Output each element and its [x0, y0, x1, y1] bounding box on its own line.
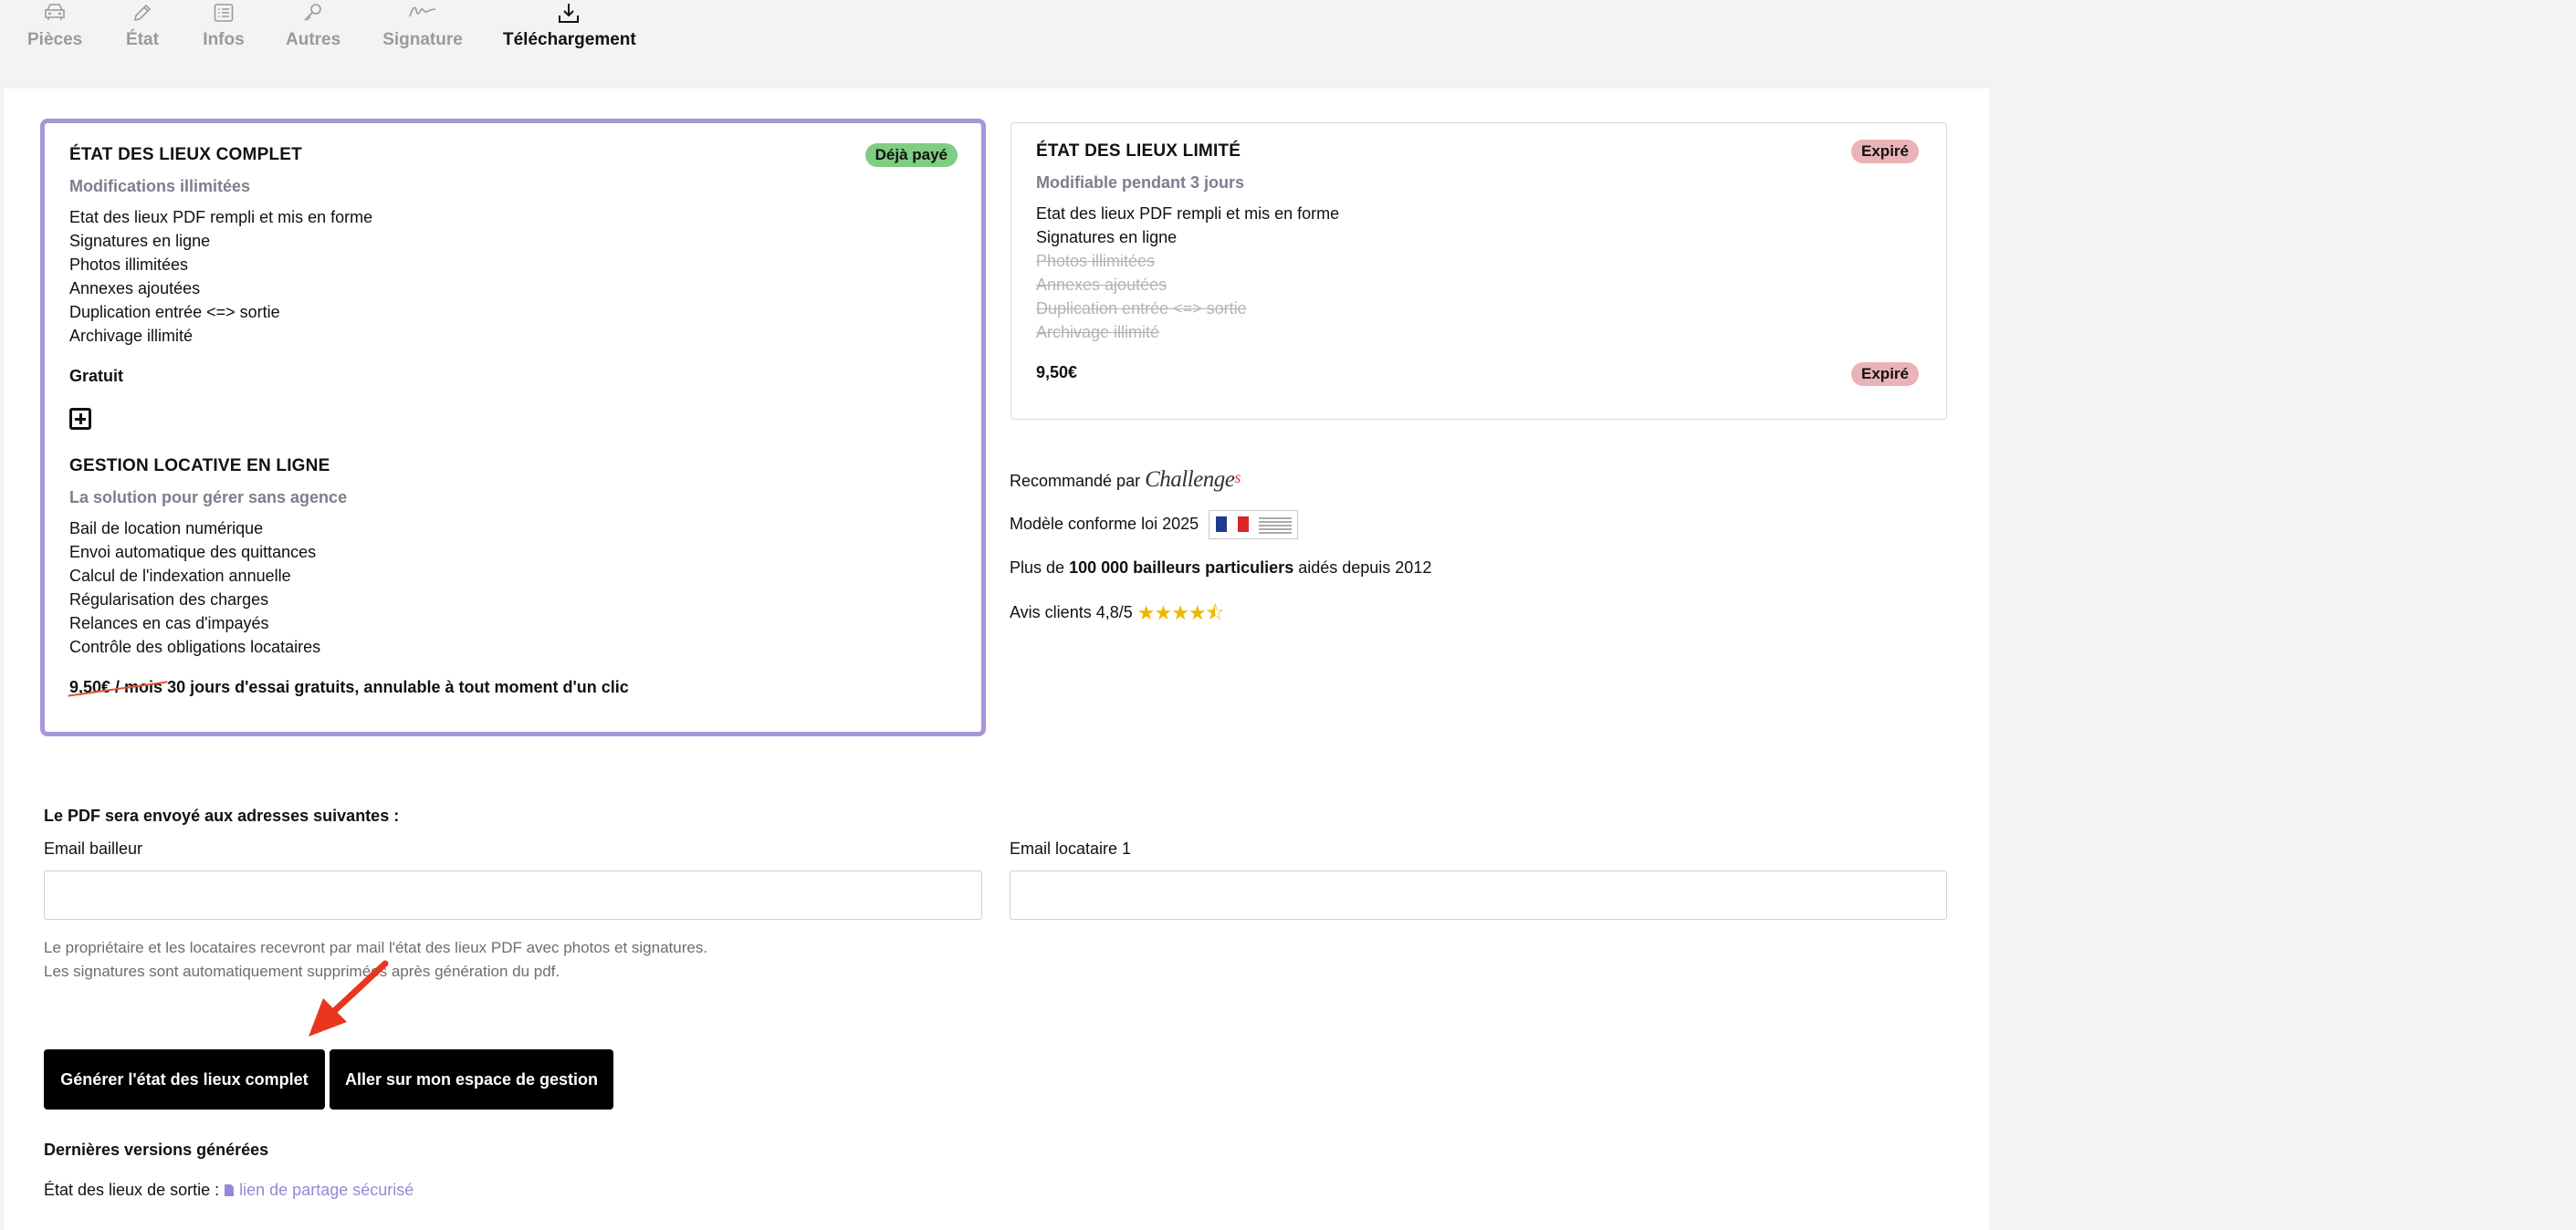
- list-item: Signatures en ligne: [1036, 228, 1178, 246]
- addon-title: GESTION LOCATIVE EN LIGNE: [69, 456, 330, 475]
- version-item: État des lieux de sortie : lien de parta…: [44, 1181, 414, 1200]
- offer-card-limited[interactable]: ÉTAT DES LIEUX LIMITÉ Expiré Modifiable …: [1011, 122, 1947, 420]
- management-button[interactable]: Aller sur mon espace de gestion: [330, 1049, 613, 1110]
- offer-price: 9,50€: [1036, 363, 1078, 381]
- tab-pieces[interactable]: Pièces: [27, 0, 82, 50]
- list-item: Annexes ajoutées: [69, 279, 201, 297]
- tab-etat[interactable]: État: [124, 0, 161, 50]
- challenges-logo-suffix: s: [1234, 468, 1241, 486]
- pdf-file-icon: [225, 1184, 235, 1196]
- share-link-text[interactable]: lien de partage sécurisé: [239, 1181, 414, 1199]
- list-item: Bail de location numérique: [69, 519, 264, 537]
- list-item: Régularisation des charges: [69, 590, 269, 609]
- download-icon: [559, 4, 579, 23]
- challenges-logo: Challenges: [1145, 467, 1241, 492]
- conform-text: Modèle conforme loi 2025: [1010, 514, 1199, 533]
- generate-button[interactable]: Générer l'état des lieux complet: [44, 1049, 325, 1110]
- key-icon: [304, 4, 321, 21]
- addon-feature-list: Bail de location numérique Envoi automat…: [69, 516, 320, 659]
- tab-signature[interactable]: Signature: [382, 0, 463, 50]
- share-link[interactable]: lien de partage sécurisé: [224, 1181, 414, 1199]
- expired-badge: Expiré: [1851, 140, 1919, 163]
- conform-line: Modèle conforme loi 2025: [1010, 510, 1299, 539]
- list-item: Photos illimitées: [69, 255, 189, 274]
- offer-price: Gratuit: [69, 367, 124, 385]
- list-item-disabled: Annexes ajoutées: [1036, 276, 1168, 294]
- email-note-line: Le propriétaire et les locataires recevr…: [44, 939, 708, 956]
- list-item-disabled: Duplication entrée <=> sortie: [1036, 299, 1247, 318]
- tab-telechargement[interactable]: Téléchargement: [503, 0, 636, 50]
- list-item: Calcul de l'indexation annuelle: [69, 567, 291, 585]
- tab-label: État: [126, 30, 159, 49]
- offer-subtitle: Modifications illimitées: [69, 177, 251, 195]
- tab-infos[interactable]: Infos: [201, 0, 246, 50]
- offer-subtitle: Modifiable pendant 3 jours: [1036, 173, 1245, 192]
- feature-list: Etat des lieux PDF rempli et mis en form…: [1036, 202, 1339, 344]
- landlord-email-input[interactable]: [44, 870, 982, 920]
- trial-offer: 30 jours d'essai gratuits, annulable à t…: [167, 678, 629, 696]
- step-tabs: Pièces État Infos Autres Signature Téléc…: [0, 0, 2576, 55]
- tab-label: Infos: [203, 30, 245, 49]
- version-label: État des lieux de sortie :: [44, 1181, 220, 1199]
- list-item: Relances en cas d'impayés: [69, 614, 269, 632]
- car-icon: [45, 4, 65, 20]
- emails-heading: Le PDF sera envoyé aux adresses suivante…: [44, 807, 400, 825]
- rating-stars-icon: ★★★★⯪: [1136, 601, 1225, 624]
- add-option-icon[interactable]: [69, 408, 91, 430]
- list-item-disabled: Photos illimitées: [1036, 252, 1156, 270]
- tenant-email-input[interactable]: [1010, 870, 1947, 920]
- users-suffix: aidés depuis 2012: [1298, 558, 1432, 577]
- list-item: Etat des lieux PDF rempli et mis en form…: [69, 208, 373, 226]
- pencil-icon: [133, 4, 152, 22]
- list-item: Contrôle des obligations locataires: [69, 638, 321, 656]
- reviews-line: Avis clients 4,8/5 ★★★★⯪: [1010, 598, 1224, 632]
- expired-badge: Expiré: [1851, 362, 1919, 386]
- tab-label: Pièces: [27, 30, 83, 49]
- government-logo: [1209, 510, 1299, 539]
- offer-title: ÉTAT DES LIEUX COMPLET: [69, 145, 302, 164]
- list-item: Etat des lieux PDF rempli et mis en form…: [1036, 204, 1340, 223]
- addon-subtitle: La solution pour gérer sans agence: [69, 488, 348, 506]
- list-item: Archivage illimité: [69, 327, 194, 345]
- offer-title: ÉTAT DES LIEUX LIMITÉ: [1036, 141, 1241, 161]
- tab-label: Autres: [286, 30, 341, 49]
- reviews-text: Avis clients 4,8/5: [1010, 603, 1133, 621]
- offer-card-full[interactable]: ÉTAT DES LIEUX COMPLET Déjà payé Modific…: [40, 119, 986, 736]
- paid-badge: Déjà payé: [864, 143, 958, 167]
- users-count: 100 000 bailleurs particuliers: [1069, 558, 1294, 577]
- list-item-disabled: Archivage illimité: [1036, 323, 1160, 341]
- recommended-prefix: Recommandé par: [1010, 472, 1141, 490]
- tab-label: Signature: [382, 30, 463, 49]
- users-line: Plus de 100 000 bailleurs particuliers a…: [1010, 558, 1431, 578]
- list-icon: [214, 4, 234, 22]
- red-arrow-icon: [309, 960, 389, 1037]
- addon-price: 9,50€ / mois 30 jours d'essai gratuits, …: [69, 678, 629, 697]
- feature-list: Etat des lieux PDF rempli et mis en form…: [69, 205, 372, 348]
- tab-autres[interactable]: Autres: [286, 0, 340, 50]
- list-item: Signatures en ligne: [69, 232, 211, 250]
- users-prefix: Plus de: [1010, 558, 1065, 577]
- list-item: Envoi automatique des quittances: [69, 543, 317, 561]
- recommended-line: Recommandé par Challenges: [1010, 467, 1241, 493]
- old-price: 9,50€ / mois: [69, 678, 163, 696]
- versions-heading: Dernières versions générées: [44, 1141, 269, 1159]
- challenges-logo-text: Challenge: [1145, 467, 1235, 492]
- signature-icon: [409, 6, 436, 17]
- tenant-email-label: Email locataire 1: [1010, 839, 1132, 858]
- tab-label: Téléchargement: [503, 30, 636, 49]
- list-item: Duplication entrée <=> sortie: [69, 303, 280, 321]
- landlord-email-label: Email bailleur: [44, 839, 143, 858]
